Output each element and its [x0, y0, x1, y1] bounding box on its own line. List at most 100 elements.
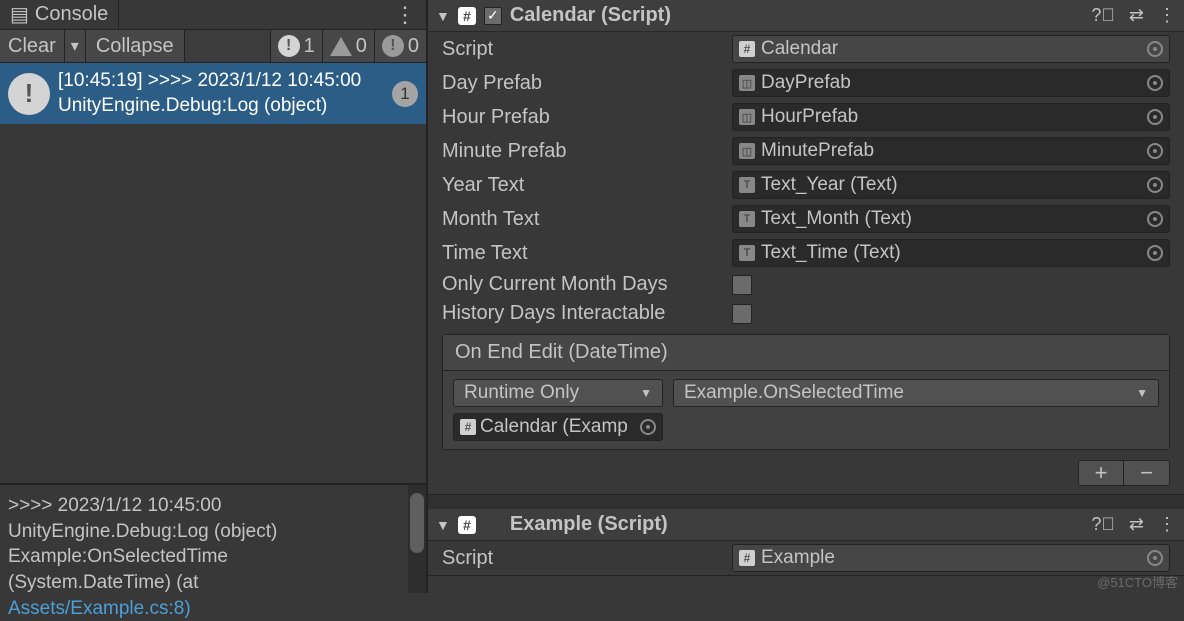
log-line-2: UnityEngine.Debug:Log (object): [58, 94, 384, 119]
hour-prefab-label: Hour Prefab: [442, 106, 722, 129]
info-counter[interactable]: ! 1: [270, 30, 322, 62]
event-left-col: Runtime Only ▼ # Calendar (Examp: [453, 379, 663, 441]
month-text-field[interactable]: T Text_Month (Text): [732, 205, 1170, 233]
example-header[interactable]: ▼ # Example (Script) ?⃝ ⇄ ⋮: [428, 509, 1184, 541]
error-icon: !: [382, 35, 404, 57]
only-current-checkbox[interactable]: [732, 275, 752, 295]
preset-icon[interactable]: ⇄: [1129, 5, 1144, 26]
error-count: 0: [408, 35, 419, 58]
script-row: Script # Calendar: [428, 32, 1184, 66]
info-count: 1: [304, 35, 315, 58]
watermark: @51CTO博客: [1097, 572, 1178, 591]
detail-link[interactable]: Assets/Example.cs:8): [8, 596, 418, 621]
object-picker-icon[interactable]: [1147, 177, 1163, 193]
example-script-field[interactable]: # Example: [732, 544, 1170, 572]
component-actions: ?⃝ ⇄ ⋮: [1091, 5, 1176, 26]
foldout-icon[interactable]: ▼: [436, 8, 450, 24]
console-tab-row: ▤ Console ⋮: [0, 0, 426, 30]
add-listener-button[interactable]: +: [1078, 460, 1124, 486]
hour-prefab-value: HourPrefab: [761, 106, 1141, 128]
info-icon: !: [278, 35, 300, 57]
time-text-value: Text_Time (Text): [761, 242, 1141, 264]
event-body: Runtime Only ▼ # Calendar (Examp Example…: [443, 371, 1169, 449]
error-counter[interactable]: ! 0: [374, 30, 426, 62]
log-entry[interactable]: ! [10:45:19] >>>> 2023/1/12 10:45:00 Uni…: [0, 63, 426, 124]
year-text-field[interactable]: T Text_Year (Text): [732, 171, 1170, 199]
runtime-label: Runtime Only: [464, 382, 579, 404]
event-target-field[interactable]: # Calendar (Examp: [453, 413, 663, 441]
year-text-row: Year Text T Text_Year (Text): [428, 168, 1184, 202]
event-header: On End Edit (DateTime): [443, 335, 1169, 371]
history-days-checkbox[interactable]: [732, 304, 752, 324]
detail-line: UnityEngine.Debug:Log (object): [8, 519, 418, 545]
calendar-title: Calendar (Script): [510, 4, 1084, 27]
calendar-component: ▼ # ✓ Calendar (Script) ?⃝ ⇄ ⋮ Script # …: [428, 0, 1184, 495]
month-text-value: Text_Month (Text): [761, 208, 1141, 230]
help-icon[interactable]: ?⃝: [1091, 5, 1115, 26]
enable-checkbox[interactable]: ✓: [484, 7, 502, 25]
help-icon[interactable]: ?⃝: [1091, 514, 1115, 535]
clear-dropdown[interactable]: ▾: [65, 30, 86, 62]
warn-count: 0: [356, 35, 367, 58]
object-picker-icon[interactable]: [1147, 41, 1163, 57]
script-asset-icon: #: [739, 550, 755, 566]
example-script-row: Script # Example: [428, 541, 1184, 575]
method-label: Example.OnSelectedTime: [684, 382, 904, 404]
example-component: ▼ # Example (Script) ?⃝ ⇄ ⋮ Script # Exa…: [428, 509, 1184, 576]
month-text-label: Month Text: [442, 208, 722, 231]
object-picker-icon[interactable]: [1147, 245, 1163, 261]
log-info-icon: !: [8, 73, 50, 115]
day-prefab-field[interactable]: ◫ DayPrefab: [732, 69, 1170, 97]
foldout-icon[interactable]: ▼: [436, 517, 450, 533]
detail-scrollbar[interactable]: [408, 485, 426, 593]
console-tab[interactable]: ▤ Console: [0, 0, 119, 29]
detail-line: (System.DateTime) (at: [8, 570, 418, 596]
clear-button[interactable]: Clear: [0, 30, 65, 62]
script-icon: #: [458, 516, 476, 534]
object-picker-icon[interactable]: [1147, 109, 1163, 125]
clear-label: Clear: [8, 35, 56, 58]
example-title: Example (Script): [510, 513, 1084, 536]
console-toolbar: Clear ▾ Collapse ! 1 0 ! 0: [0, 30, 426, 63]
event-block: On End Edit (DateTime) Runtime Only ▼ # …: [442, 334, 1170, 450]
time-text-field[interactable]: T Text_Time (Text): [732, 239, 1170, 267]
year-text-label: Year Text: [442, 174, 722, 197]
warn-counter[interactable]: 0: [322, 30, 374, 62]
context-menu-icon[interactable]: ⋮: [1158, 5, 1176, 26]
console-tab-icon: ▤: [10, 2, 29, 27]
console-context-menu-icon[interactable]: ⋮: [384, 2, 426, 28]
console-tab-label: Console: [35, 3, 108, 26]
object-picker-icon[interactable]: [1147, 550, 1163, 566]
script-asset-icon: #: [739, 41, 755, 57]
preset-icon[interactable]: ⇄: [1129, 514, 1144, 535]
calendar-header[interactable]: ▼ # ✓ Calendar (Script) ?⃝ ⇄ ⋮: [428, 0, 1184, 32]
script-field[interactable]: # Calendar: [732, 35, 1170, 63]
text-icon: T: [739, 245, 755, 261]
runtime-dropdown[interactable]: Runtime Only ▼: [453, 379, 663, 407]
object-picker-icon[interactable]: [1147, 211, 1163, 227]
scrollbar-thumb[interactable]: [410, 493, 424, 553]
log-count-badge: 1: [392, 81, 418, 107]
context-menu-icon[interactable]: ⋮: [1158, 514, 1176, 535]
object-picker-icon[interactable]: [1147, 143, 1163, 159]
minute-prefab-label: Minute Prefab: [442, 140, 722, 163]
minute-prefab-field[interactable]: ◫ MinutePrefab: [732, 137, 1170, 165]
only-current-row: Only Current Month Days: [428, 270, 1184, 299]
script-value: Calendar: [761, 38, 1141, 60]
log-list[interactable]: ! [10:45:19] >>>> 2023/1/12 10:45:00 Uni…: [0, 63, 426, 483]
remove-listener-button[interactable]: −: [1124, 460, 1170, 486]
only-current-label: Only Current Month Days: [442, 273, 722, 296]
history-days-label: History Days Interactable: [442, 302, 722, 325]
object-picker-icon[interactable]: [1147, 75, 1163, 91]
year-text-value: Text_Year (Text): [761, 174, 1141, 196]
warn-icon: [330, 37, 352, 56]
detail-line: Example:OnSelectedTime: [8, 544, 418, 570]
text-icon: T: [739, 177, 755, 193]
object-picker-icon[interactable]: [640, 419, 656, 435]
collapse-button[interactable]: Collapse: [86, 30, 185, 62]
example-script-value: Example: [761, 547, 1141, 569]
prefab-icon: ◫: [739, 109, 755, 125]
chevron-down-icon: ▼: [640, 386, 652, 400]
hour-prefab-field[interactable]: ◫ HourPrefab: [732, 103, 1170, 131]
method-dropdown[interactable]: Example.OnSelectedTime ▼: [673, 379, 1159, 407]
